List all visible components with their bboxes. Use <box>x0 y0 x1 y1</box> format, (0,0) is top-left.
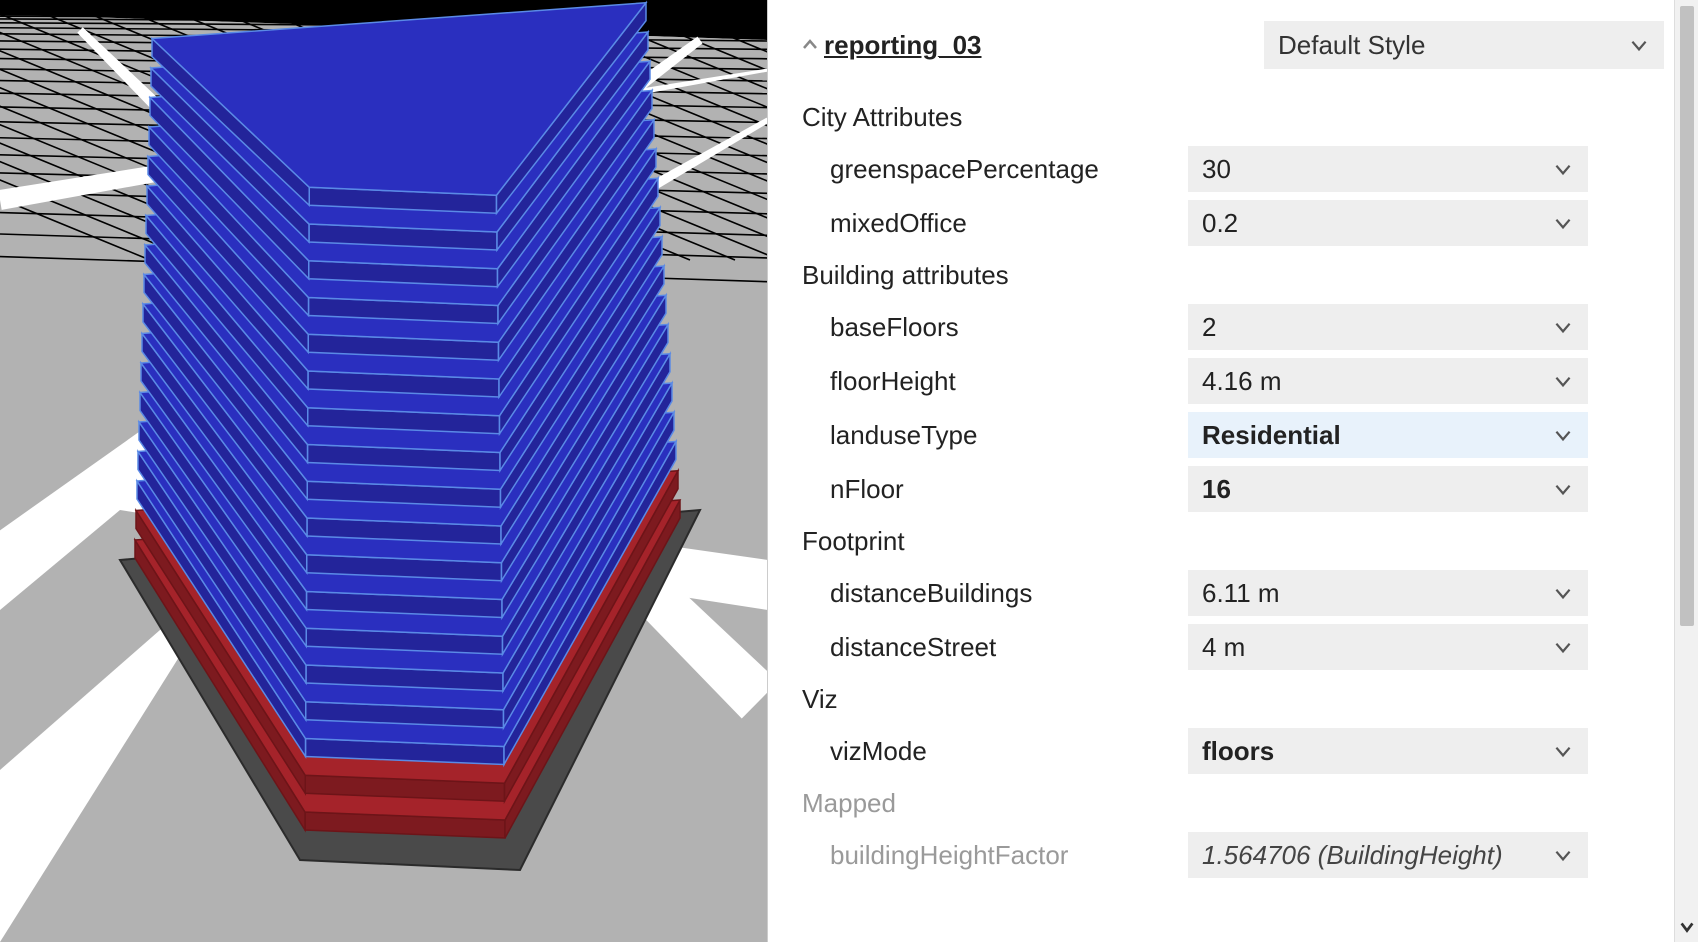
attr-value: 4.16 m <box>1202 366 1282 397</box>
chevron-down-icon <box>1552 212 1574 234</box>
attr-field[interactable]: 0.2 <box>1188 200 1588 246</box>
attr-row: distanceStreet 4 m <box>796 620 1664 674</box>
attr-row: distanceBuildings 6.11 m <box>796 566 1664 620</box>
3d-viewport[interactable] <box>0 0 768 942</box>
group-label: City Attributes <box>796 92 1664 142</box>
attr-value: 4 m <box>1202 632 1245 663</box>
group-label: Mapped <box>796 778 1664 828</box>
collapse-icon[interactable] <box>796 35 824 55</box>
attr-field[interactable]: Residential <box>1188 412 1588 458</box>
attr-label: floorHeight <box>796 366 1176 397</box>
attr-value: 2 <box>1202 312 1216 343</box>
attr-value: 0.2 <box>1202 208 1238 239</box>
attr-row: mixedOffice 0.2 <box>796 196 1664 250</box>
attr-row: baseFloors 2 <box>796 300 1664 354</box>
style-select[interactable]: Default Style <box>1264 21 1664 69</box>
attr-row: nFloor 16 <box>796 462 1664 516</box>
attr-label: baseFloors <box>796 312 1176 343</box>
attr-value: 30 <box>1202 154 1231 185</box>
scrollbar-thumb[interactable] <box>1680 6 1694 626</box>
scroll-down-icon[interactable] <box>1678 918 1696 936</box>
attr-label: distanceStreet <box>796 632 1176 663</box>
chevron-down-icon <box>1552 158 1574 180</box>
chevron-down-icon <box>1628 34 1650 56</box>
attr-row: vizMode floors <box>796 724 1664 778</box>
attr-value: 1.564706 (BuildingHeight) <box>1202 840 1503 871</box>
attr-field[interactable]: 4 m <box>1188 624 1588 670</box>
chevron-down-icon <box>1552 424 1574 446</box>
attr-row: buildingHeightFactor 1.564706 (BuildingHe… <box>796 828 1664 882</box>
attr-row: greenspacePercentage 30 <box>796 142 1664 196</box>
attr-value: 16 <box>1202 474 1231 505</box>
attr-value: 6.11 m <box>1202 578 1280 609</box>
group-label: Footprint <box>796 516 1664 566</box>
attr-field[interactable]: 16 <box>1188 466 1588 512</box>
attr-label: buildingHeightFactor <box>796 840 1176 871</box>
attr-field[interactable]: 4.16 m <box>1188 358 1588 404</box>
attr-label: nFloor <box>796 474 1176 505</box>
attr-field[interactable]: 30 <box>1188 146 1588 192</box>
chevron-down-icon <box>1552 740 1574 762</box>
attr-field[interactable]: 1.564706 (BuildingHeight) <box>1188 832 1588 878</box>
attr-field[interactable]: 6.11 m <box>1188 570 1588 616</box>
attr-value: floors <box>1202 736 1274 767</box>
attr-label: landuseType <box>796 420 1176 451</box>
rule-name-link[interactable]: reporting_03 <box>824 30 982 61</box>
attr-label: distanceBuildings <box>796 578 1176 609</box>
chevron-down-icon <box>1552 844 1574 866</box>
chevron-down-icon <box>1552 370 1574 392</box>
scrollbar[interactable] <box>1674 0 1698 942</box>
chevron-down-icon <box>1552 636 1574 658</box>
attr-label: mixedOffice <box>796 208 1176 239</box>
chevron-down-icon <box>1552 582 1574 604</box>
chevron-down-icon <box>1552 316 1574 338</box>
attr-label: greenspacePercentage <box>796 154 1176 185</box>
inspector-panel: reporting_03 Default Style City Attribut… <box>768 0 1674 942</box>
group-label: Building attributes <box>796 250 1664 300</box>
attr-row: floorHeight 4.16 m <box>796 354 1664 408</box>
attr-field[interactable]: floors <box>1188 728 1588 774</box>
attr-row: landuseType Residential <box>796 408 1664 462</box>
group-label: Viz <box>796 674 1664 724</box>
chevron-down-icon <box>1552 478 1574 500</box>
attr-label: vizMode <box>796 736 1176 767</box>
attr-value: Residential <box>1202 420 1341 451</box>
attr-field[interactable]: 2 <box>1188 304 1588 350</box>
style-select-label: Default Style <box>1278 30 1425 61</box>
